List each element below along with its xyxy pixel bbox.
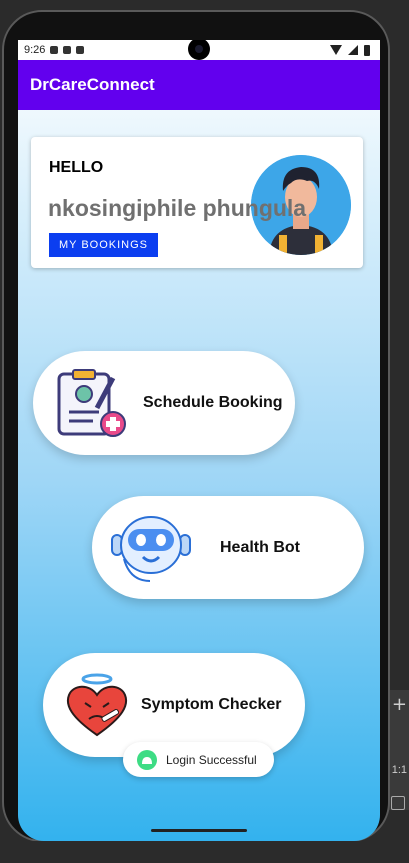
plus-icon[interactable]: + bbox=[392, 694, 407, 715]
android-icon bbox=[137, 749, 157, 770]
health-bot-card[interactable]: Health Bot bbox=[92, 496, 364, 599]
app-screen: 9:26 DrCareConnect HELLO nkosingiphile p… bbox=[18, 40, 380, 841]
schedule-booking-label: Schedule Booking bbox=[143, 394, 283, 411]
login-toast: Login Successful bbox=[123, 742, 274, 777]
sd-card-icon bbox=[76, 46, 85, 54]
ide-zoom-label: 1:1 bbox=[391, 764, 407, 776]
battery-icon bbox=[364, 44, 370, 56]
settings-icon bbox=[50, 46, 59, 54]
health-bot-label: Health Bot bbox=[220, 538, 300, 556]
device-frame: 9:26 DrCareConnect HELLO nkosingiphile p… bbox=[2, 10, 390, 842]
app-bar: DrCareConnect bbox=[18, 60, 380, 110]
robot-icon bbox=[111, 515, 191, 582]
wifi-icon bbox=[330, 45, 342, 55]
schedule-booking-card[interactable]: Schedule Booking bbox=[33, 351, 295, 455]
hello-label: HELLO bbox=[49, 159, 104, 176]
app-title: DrCareConnect bbox=[30, 75, 155, 94]
my-bookings-button[interactable]: MY BOOKINGS bbox=[49, 233, 158, 257]
symptom-checker-label: Symptom Checker bbox=[141, 696, 282, 713]
sick-heart-icon bbox=[66, 673, 128, 737]
shield-icon bbox=[63, 46, 72, 54]
toast-message: Login Successful bbox=[166, 752, 257, 767]
gesture-navigation-bar[interactable] bbox=[151, 829, 247, 832]
greeting-card: HELLO nkosingiphile phungula MY BOOKINGS bbox=[31, 137, 363, 268]
user-name: nkosingiphile phungula bbox=[48, 195, 307, 221]
clipboard-medical-icon bbox=[57, 369, 126, 437]
status-time: 9:26 bbox=[24, 44, 46, 56]
ide-status-bar bbox=[0, 841, 409, 863]
screen-icon[interactable] bbox=[391, 796, 405, 810]
signal-icon bbox=[348, 45, 358, 55]
